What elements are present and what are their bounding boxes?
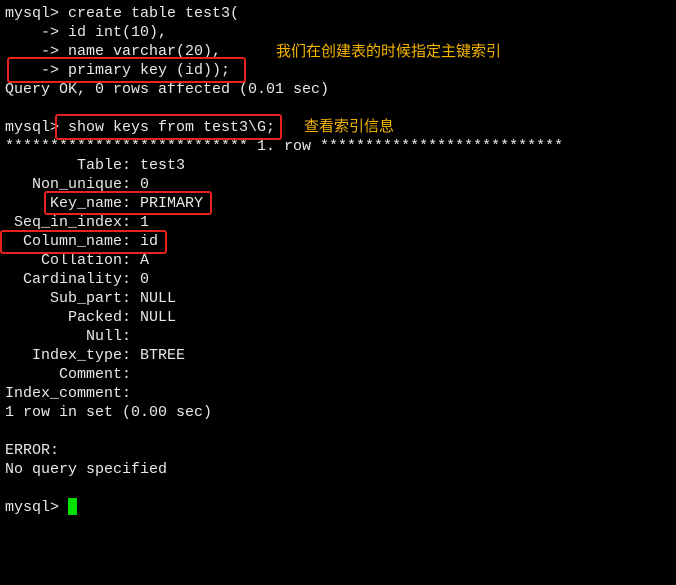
terminal-line: ERROR:: [5, 442, 60, 459]
highlight-primary-key: [7, 57, 246, 83]
terminal-line: Packed: NULL: [5, 309, 177, 326]
highlight-show-keys: [55, 114, 282, 140]
terminal-line: mysql>: [5, 499, 69, 516]
terminal-line: Table: test3: [5, 157, 186, 174]
primary-key-note: 我们在创建表的时候指定主键索引: [276, 42, 502, 60]
terminal-line: -> id int(10),: [5, 24, 168, 41]
terminal-window[interactable]: mysql> create table test3( -> id int(10)…: [0, 0, 676, 585]
terminal-line: Comment:: [5, 366, 141, 383]
terminal-line: Cardinality: 0: [5, 271, 150, 288]
highlight-column-name: [0, 230, 167, 254]
terminal-line: Index_comment:: [5, 385, 141, 402]
terminal-line: 1 row in set (0.00 sec): [5, 404, 213, 421]
terminal-line: Index_type: BTREE: [5, 347, 186, 364]
terminal-line: mysql> create table test3(: [5, 5, 240, 22]
terminal-line: No query specified: [5, 461, 168, 478]
show-keys-note: 查看索引信息: [304, 117, 395, 135]
highlight-key-name: [44, 191, 212, 215]
terminal-cursor: [68, 498, 77, 515]
terminal-line: Sub_part: NULL: [5, 290, 177, 307]
terminal-line: Null:: [5, 328, 141, 345]
